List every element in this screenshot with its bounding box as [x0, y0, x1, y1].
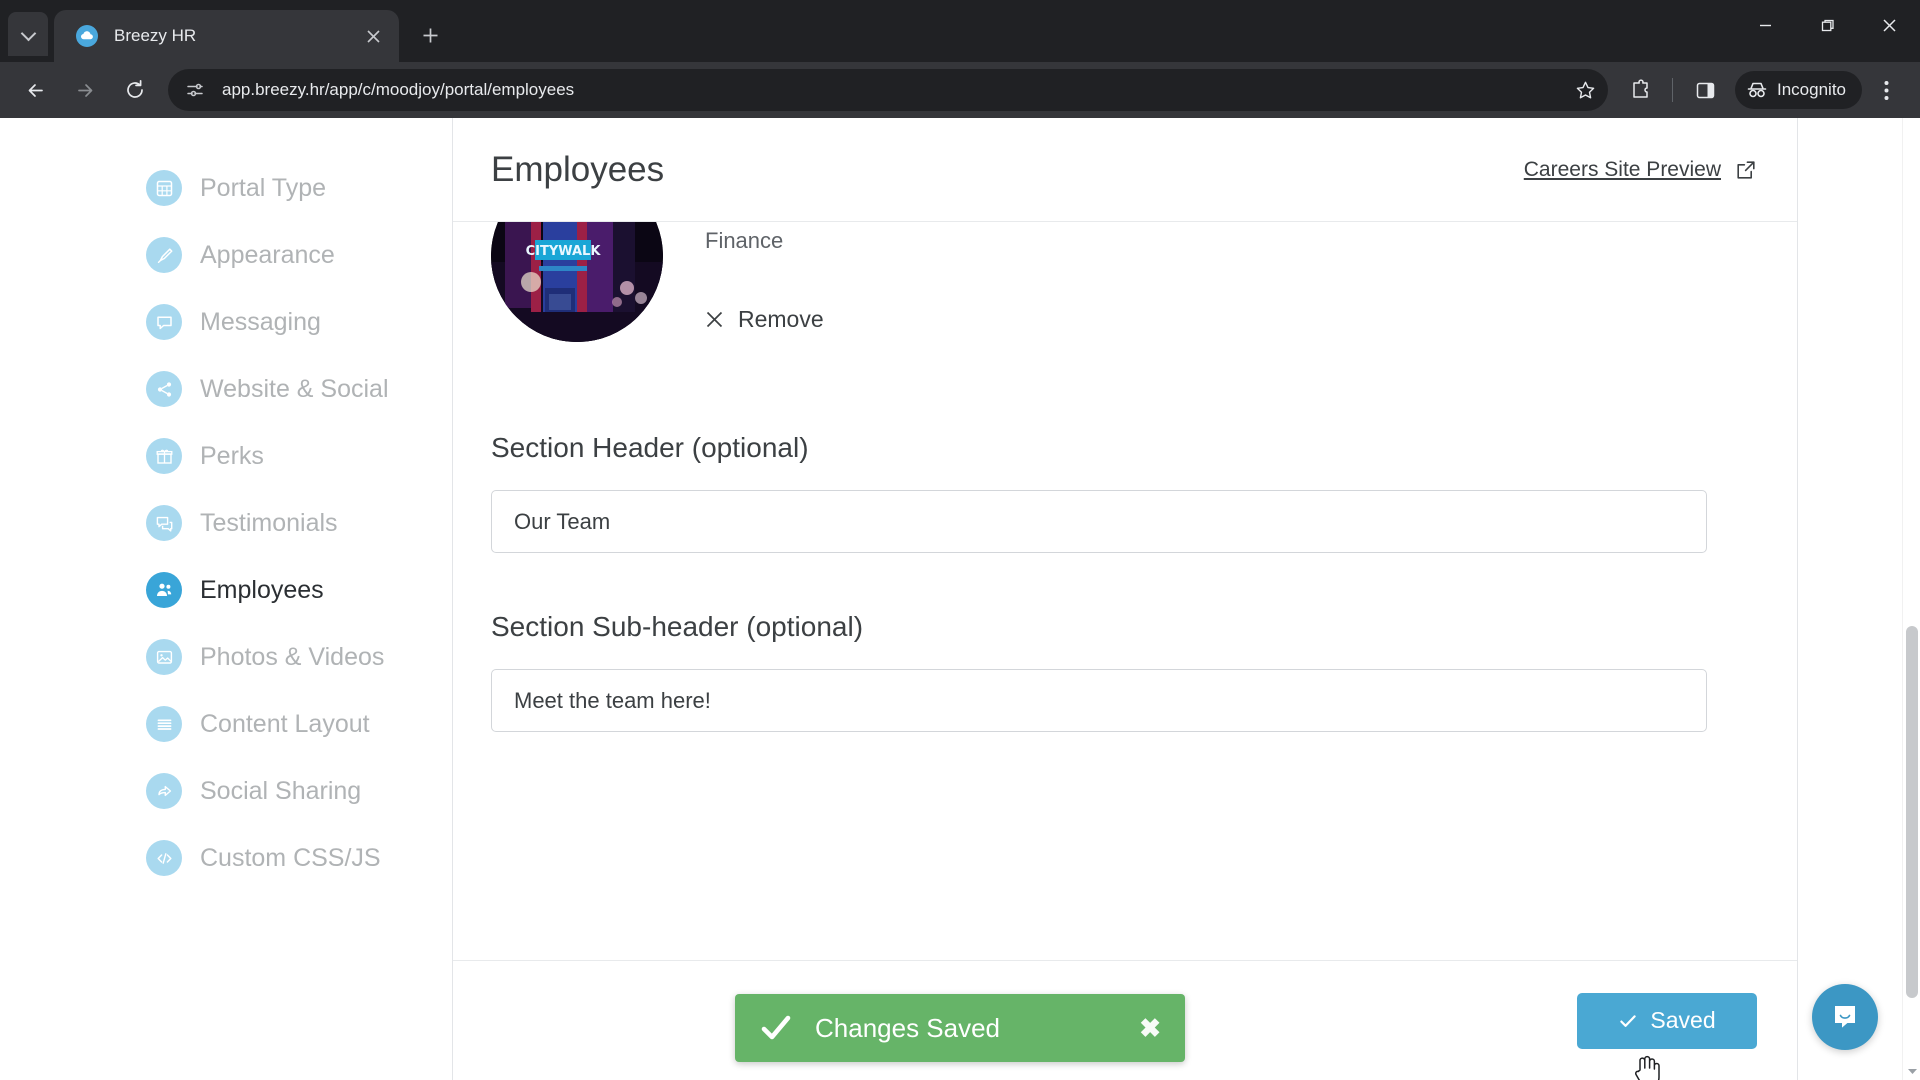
sidebar-item-label: Custom CSS/JS	[200, 843, 381, 872]
profile-incognito-button[interactable]: Incognito	[1735, 71, 1862, 109]
chats-icon	[146, 505, 182, 541]
list-icon	[146, 706, 182, 742]
sidebar-item-custom-css-js[interactable]: Custom CSS/JS	[0, 834, 452, 882]
check-icon	[1618, 1011, 1638, 1031]
sidebar-item-content-layout[interactable]: Content Layout	[0, 700, 452, 748]
toast-close-button[interactable]: ✖	[1133, 1011, 1167, 1045]
chat-icon	[146, 304, 182, 340]
sidebar-item-portal-type[interactable]: Portal Type	[0, 164, 452, 212]
browser-toolbar: app.breezy.hr/app/c/moodjoy/portal/emplo…	[0, 62, 1920, 118]
sidebar-item-photos-videos[interactable]: Photos & Videos	[0, 633, 452, 681]
browser-window: Breezy HR app.breezy.hr/app/c/moodjoy/po…	[0, 0, 1920, 1080]
sidebar-item-label: Appearance	[200, 240, 335, 269]
main-content-panel: Employees Careers Site Preview CITYWALK …	[452, 118, 1798, 1080]
share-arrow-icon	[146, 773, 182, 809]
window-controls	[1734, 0, 1920, 50]
scroll-down-arrow-icon[interactable]	[1903, 1062, 1920, 1080]
browser-tab[interactable]: Breezy HR	[54, 10, 399, 62]
address-bar[interactable]: app.breezy.hr/app/c/moodjoy/portal/emplo…	[168, 69, 1608, 111]
code-icon	[146, 840, 182, 876]
sidebar-item-label: Employees	[200, 575, 324, 604]
minimize-button[interactable]	[1734, 0, 1796, 50]
close-icon	[705, 310, 724, 329]
profile-label: Incognito	[1777, 80, 1846, 99]
employee-department: Finance	[705, 228, 784, 253]
sidebar-item-label: Content Layout	[200, 709, 370, 738]
sidebar-item-employees[interactable]: Employees	[0, 566, 452, 614]
page-viewport: Portal Type Appearance Messaging Website…	[0, 118, 1920, 1080]
section-header-label: Section Header (optional)	[491, 432, 809, 463]
breezy-cloud-icon	[76, 25, 98, 47]
bookmark-star-icon[interactable]	[1572, 77, 1598, 103]
maximize-button[interactable]	[1796, 0, 1858, 50]
sidebar-item-social-sharing[interactable]: Social Sharing	[0, 767, 452, 815]
incognito-icon	[1747, 82, 1767, 98]
page-scrollbar[interactable]	[1902, 118, 1920, 1080]
sidebar-item-label: Perks	[200, 441, 264, 470]
forward-button[interactable]	[64, 69, 106, 111]
sidebar-item-testimonials[interactable]: Testimonials	[0, 499, 452, 547]
message-icon	[1835, 1006, 1855, 1028]
sidebar-item-label: Messaging	[200, 307, 321, 336]
careers-site-preview-link[interactable]: Careers Site Preview	[1524, 158, 1757, 182]
sidebar-item-label: Testimonials	[200, 508, 338, 537]
careers-site-preview-label: Careers Site Preview	[1523, 157, 1721, 181]
remove-employee-button[interactable]: Remove	[705, 306, 824, 333]
close-window-button[interactable]	[1858, 0, 1920, 50]
external-link-icon	[1735, 159, 1757, 181]
tune-icon[interactable]	[182, 77, 208, 103]
image-icon	[146, 639, 182, 675]
employee-row: CITYWALK Finance Remove	[491, 222, 1759, 374]
svg-text:CITYWALK: CITYWALK	[526, 244, 602, 259]
sidebar-item-appearance[interactable]: Appearance	[0, 231, 452, 279]
brush-icon	[146, 237, 182, 273]
sidebar-item-label: Website & Social	[200, 374, 389, 403]
section-subheader-field-group: Section Sub-header (optional) Meet the t…	[491, 611, 1759, 732]
extensions-icon[interactable]	[1619, 69, 1661, 111]
sidebar-item-label: Portal Type	[200, 173, 327, 202]
avatar-photo: CITYWALK	[491, 222, 663, 342]
sidebar-item-website-social[interactable]: Website & Social	[0, 365, 452, 413]
section-header-input[interactable]: Our Team	[491, 490, 1707, 553]
section-header-field-group: Section Header (optional) Our Team	[491, 432, 1759, 553]
address-text[interactable]: app.breezy.hr/app/c/moodjoy/portal/emplo…	[222, 80, 1572, 100]
back-button[interactable]	[14, 69, 56, 111]
chat-widget-button[interactable]	[1812, 984, 1878, 1050]
save-button[interactable]: Saved	[1577, 992, 1757, 1049]
changes-saved-toast: Changes Saved ✖	[735, 994, 1185, 1062]
save-button-label: Saved	[1650, 1007, 1716, 1033]
portal-settings-sidebar: Portal Type Appearance Messaging Website…	[0, 118, 452, 1080]
sidebar-item-perks[interactable]: Perks	[0, 432, 452, 480]
sidebar-item-messaging[interactable]: Messaging	[0, 298, 452, 346]
people-icon	[146, 572, 182, 608]
check-icon	[759, 1011, 793, 1045]
section-subheader-input[interactable]: Meet the team here!	[491, 669, 1707, 732]
sidebar-item-label: Photos & Videos	[200, 642, 385, 671]
content-header: Employees Careers Site Preview	[453, 118, 1797, 222]
toolbar-actions: Incognito	[1616, 69, 1910, 111]
grid-icon	[146, 170, 182, 206]
scrollbar-thumb[interactable]	[1906, 626, 1918, 998]
close-tab-button[interactable]	[359, 22, 387, 50]
reload-button[interactable]	[114, 69, 156, 111]
gift-icon	[146, 438, 182, 474]
page-title: Employees	[491, 149, 665, 189]
side-panel-icon[interactable]	[1684, 69, 1726, 111]
tab-strip: Breezy HR	[0, 0, 1920, 62]
share-icon	[146, 371, 182, 407]
employee-avatar[interactable]: CITYWALK	[491, 222, 663, 342]
settings-scroll-area: CITYWALK Finance Remove Section Header (…	[453, 222, 1797, 960]
section-subheader-label: Section Sub-header (optional)	[491, 611, 864, 642]
chrome-menu-icon[interactable]	[1865, 69, 1907, 111]
tab-title: Breezy HR	[114, 26, 197, 45]
toast-message: Changes Saved	[815, 1012, 1001, 1043]
chevron-down-icon	[22, 28, 35, 41]
toolbar-divider	[1672, 78, 1673, 102]
sidebar-item-label: Social Sharing	[200, 776, 362, 805]
new-tab-button[interactable]	[411, 16, 449, 54]
remove-label: Remove	[738, 306, 824, 332]
tab-search-button[interactable]	[8, 12, 48, 56]
employee-info: Finance Remove	[705, 222, 824, 374]
